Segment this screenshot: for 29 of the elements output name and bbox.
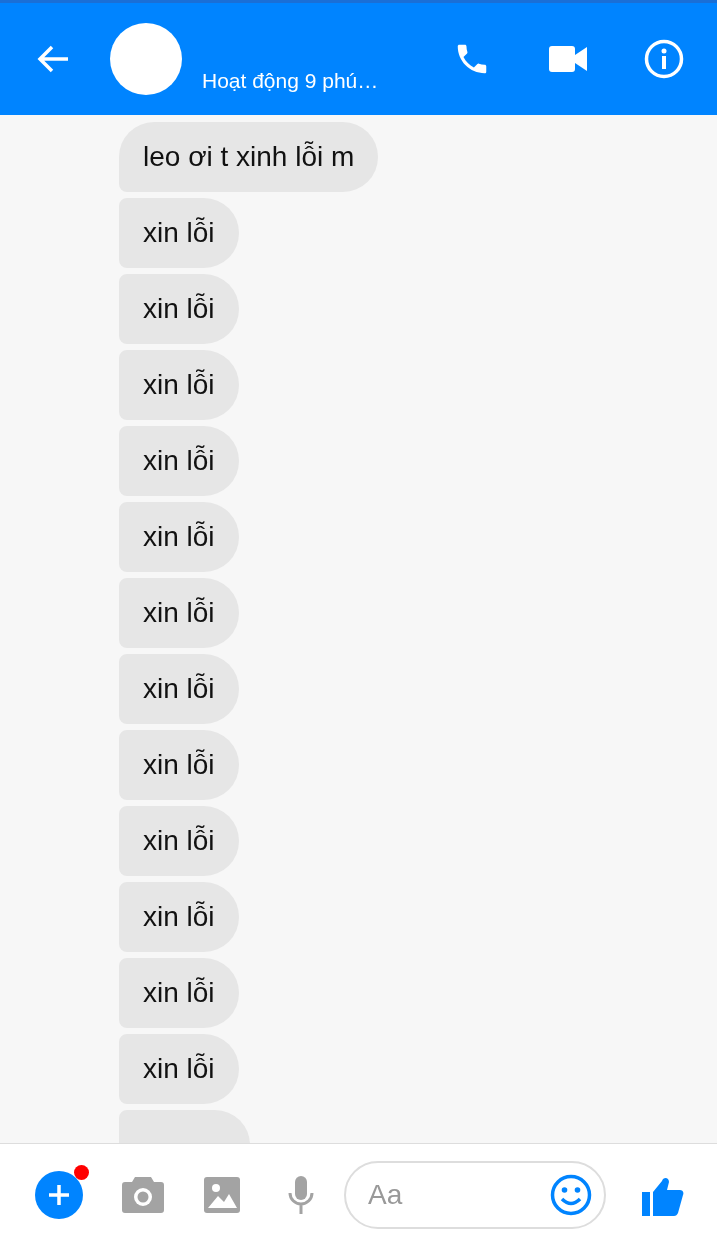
message-bubble: xin lỗi [119, 882, 239, 952]
back-arrow-icon [36, 44, 70, 74]
message-bubble: xin lỗi [119, 806, 239, 876]
emoji-icon[interactable] [550, 1173, 592, 1216]
message-bubble: xin lỗi [119, 350, 239, 420]
camera-button[interactable] [122, 1176, 164, 1213]
message-bubble: xin lỗi [119, 958, 239, 1028]
plus-icon [47, 1182, 71, 1207]
info-icon [644, 39, 684, 79]
gallery-button[interactable] [204, 1176, 240, 1213]
message-bubble: xin lỗi [119, 502, 239, 572]
message-bubble: xin lỗi [119, 1034, 239, 1104]
message-bubble: xin lỗi [119, 198, 239, 268]
message-bubble: xin lỗi [119, 578, 239, 648]
camera-icon [122, 1176, 164, 1213]
microphone-icon [287, 1175, 315, 1214]
message-bubble: xin lỗi [119, 654, 239, 724]
message-bubble: xin lỗi [119, 730, 239, 800]
activity-status: Hoạt động 9 phú… [202, 69, 379, 93]
image-icon [204, 1176, 240, 1213]
message-bubble: leo ơi t xinh lỗi m [119, 122, 379, 192]
message-bubble: xin lỗi [119, 274, 239, 344]
message-field[interactable]: Aa [344, 1160, 606, 1229]
more-options-button[interactable] [35, 1170, 83, 1219]
back-button[interactable] [36, 44, 70, 74]
video-camera-icon [549, 46, 587, 72]
voice-button[interactable] [287, 1175, 315, 1214]
message-bubble: xin lỗi [119, 426, 239, 496]
message-input[interactable]: Aa [368, 1178, 550, 1211]
